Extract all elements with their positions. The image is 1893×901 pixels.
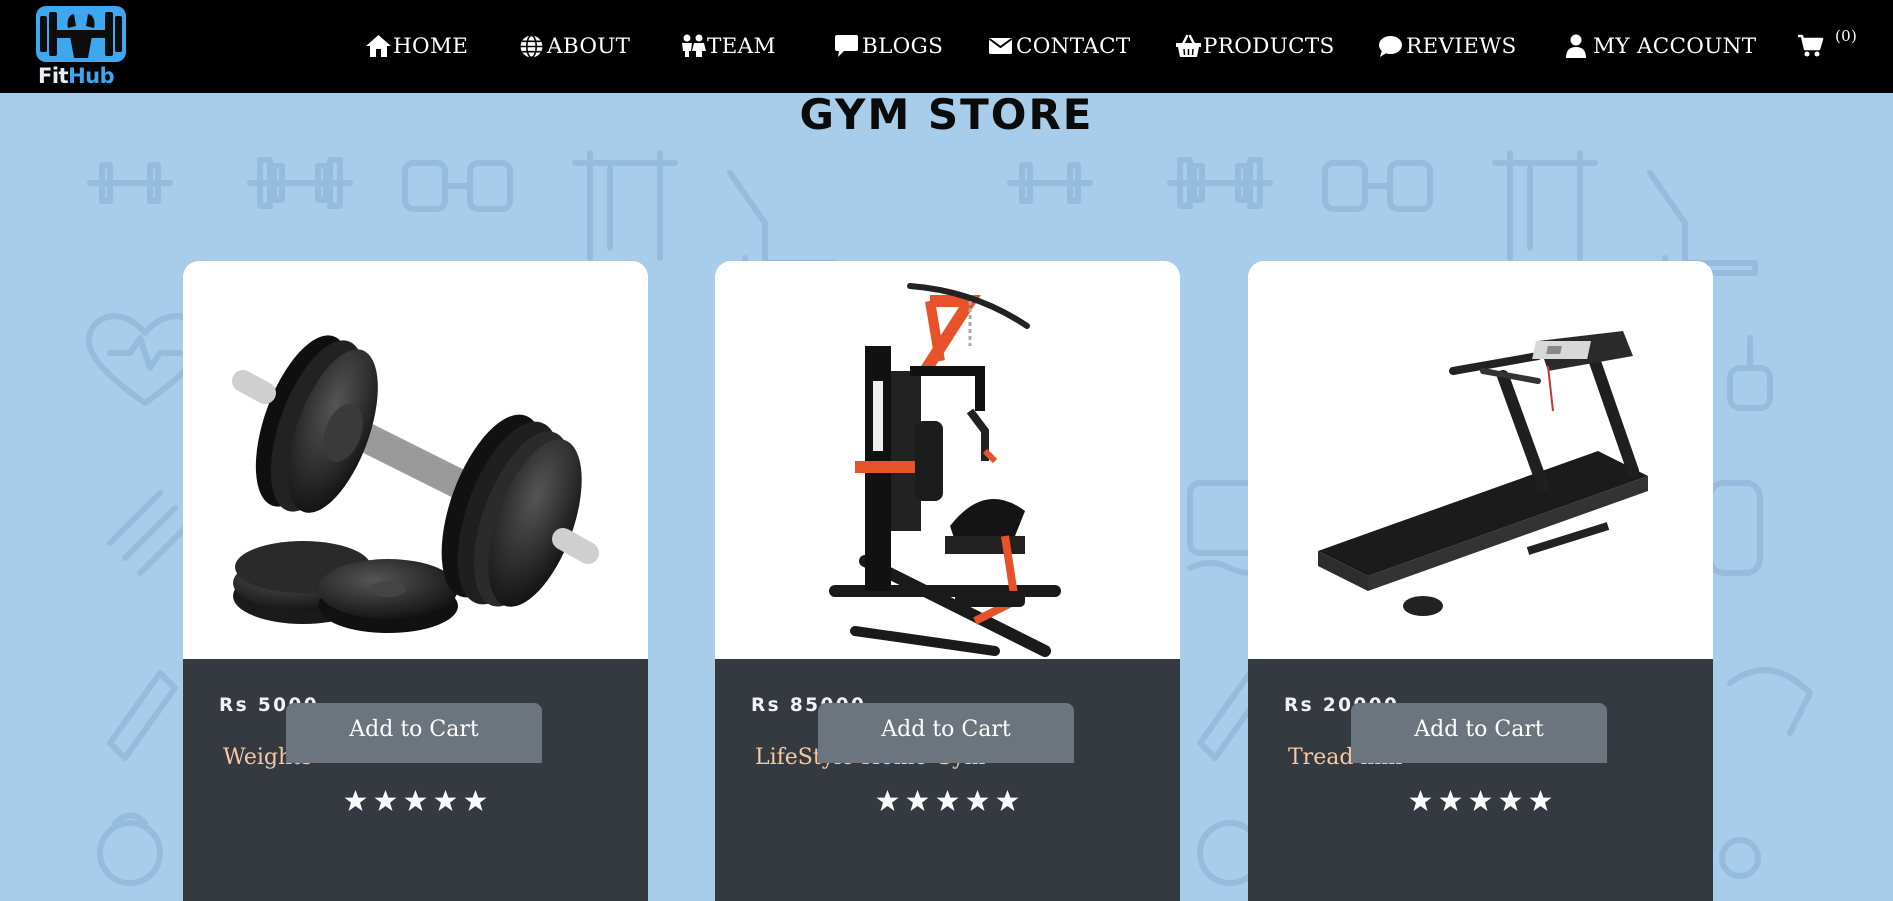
star-icon: [936, 789, 959, 812]
add-to-cart-button[interactable]: Add to Cart: [818, 703, 1074, 763]
nav-home-label: HOME: [393, 33, 469, 59]
speech-bubble-icon: [1378, 33, 1406, 59]
product-card: Rs 85000 LifeStyle Home Gym Add to Cart: [715, 261, 1180, 901]
dumbbell-logo-icon: [36, 6, 126, 62]
fithub-logo[interactable]: FitHub: [36, 6, 126, 90]
nav-reviews-label: REVIEWS: [1406, 33, 1517, 59]
star-icon: [374, 789, 397, 812]
product-image-dumbbells[interactable]: [183, 261, 648, 659]
star-icon: [996, 789, 1019, 812]
nav-blogs[interactable]: BLOGS: [834, 29, 943, 63]
nav-products-label: PRODUCTS: [1203, 33, 1335, 59]
nav-my-account[interactable]: MY ACCOUNT: [1565, 29, 1756, 63]
nav-home[interactable]: HOME: [365, 29, 468, 63]
star-icon: [1499, 789, 1522, 812]
star-rating: [1248, 789, 1713, 812]
product-info: Rs 20000 Tread mill: [1248, 659, 1713, 901]
user-icon: [1565, 33, 1593, 59]
star-icon: [1529, 789, 1552, 812]
basket-icon: [1175, 33, 1203, 59]
product-card: Rs 5000 Weights Add to Cart: [183, 261, 648, 901]
star-icon: [434, 789, 457, 812]
star-icon: [906, 789, 929, 812]
nav-team[interactable]: TEAM: [679, 29, 776, 63]
nav-cart[interactable]: (0): [1797, 27, 1867, 63]
star-icon: [876, 789, 899, 812]
star-icon: [344, 789, 367, 812]
page-title: GYM STORE: [799, 90, 1094, 139]
top-navbar: FitHub HOME ABOUT TEAM BLOGS CONTACT PRO…: [0, 0, 1893, 93]
nav-reviews[interactable]: REVIEWS: [1378, 29, 1517, 63]
add-to-cart-button[interactable]: Add to Cart: [1351, 703, 1607, 763]
people-icon: [679, 33, 707, 59]
nav-blogs-label: BLOGS: [862, 33, 944, 59]
star-icon: [1409, 789, 1432, 812]
brand-name: FitHub: [38, 64, 115, 88]
star-icon: [966, 789, 989, 812]
product-image-home-gym[interactable]: [715, 261, 1180, 659]
product-card: Rs 20000 Tread mill Add to Cart: [1248, 261, 1713, 901]
cart-count: (0): [1835, 27, 1858, 45]
add-to-cart-button[interactable]: Add to Cart: [286, 703, 542, 763]
product-image-treadmill[interactable]: [1248, 261, 1713, 659]
star-icon: [404, 789, 427, 812]
comment-box-icon: [834, 33, 862, 59]
product-info: Rs 5000 Weights: [183, 659, 648, 901]
nav-contact[interactable]: CONTACT: [988, 29, 1130, 63]
shopping-cart-icon: [1797, 33, 1825, 59]
globe-icon: [519, 33, 547, 59]
nav-products[interactable]: PRODUCTS: [1175, 29, 1335, 63]
nav-contact-label: CONTACT: [1016, 33, 1131, 59]
star-icon: [464, 789, 487, 812]
star-rating: [715, 789, 1180, 812]
nav-my-account-label: MY ACCOUNT: [1593, 33, 1757, 59]
nav-team-label: TEAM: [707, 33, 776, 59]
home-icon: [365, 33, 393, 59]
envelope-icon: [988, 33, 1016, 59]
star-icon: [1469, 789, 1492, 812]
nav-about-label: ABOUT: [547, 33, 631, 59]
star-rating: [183, 789, 648, 812]
nav-about[interactable]: ABOUT: [519, 29, 630, 63]
star-icon: [1439, 789, 1462, 812]
product-info: Rs 85000 LifeStyle Home Gym: [715, 659, 1180, 901]
